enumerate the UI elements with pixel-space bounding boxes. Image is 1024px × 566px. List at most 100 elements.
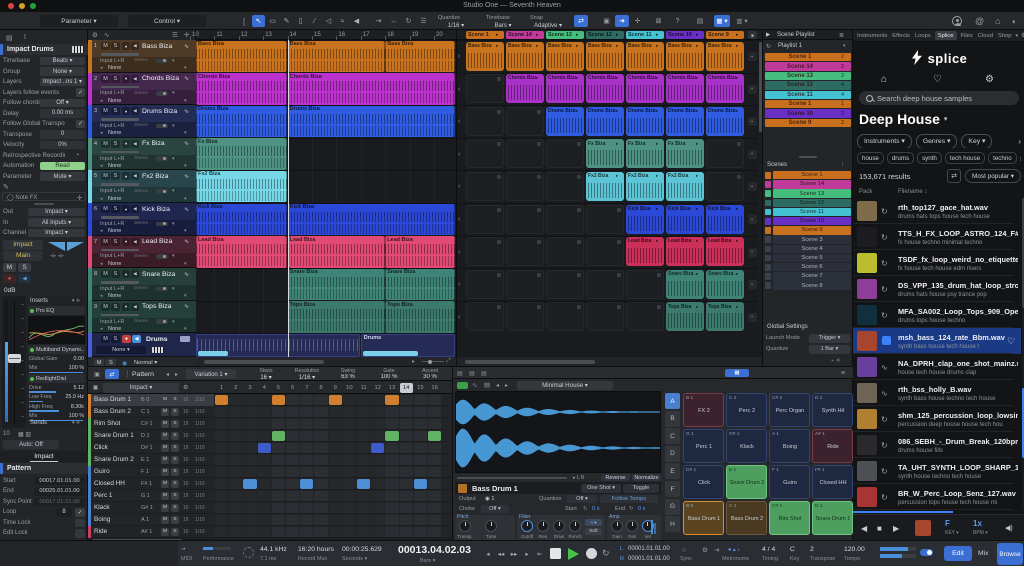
step-cell-13[interactable] xyxy=(385,479,398,490)
browser-tab-effects[interactable]: Effects xyxy=(891,31,911,40)
waveform-display[interactable] xyxy=(455,391,661,473)
step-cell-5[interactable] xyxy=(272,443,285,454)
track-row-drums-biza[interactable]: 3MS●◀Drums Biza∿Input L+RStereo▾◂None▾ xyxy=(88,105,196,138)
traffic-zoom-button[interactable] xyxy=(30,3,36,9)
clip-drums-biza[interactable]: Drums Biza xyxy=(288,106,456,138)
track-record-button[interactable]: ● xyxy=(122,303,130,311)
playlist-item-1[interactable]: Scene 142 xyxy=(765,62,851,70)
step-cell-10[interactable] xyxy=(343,503,356,514)
step-cell-3[interactable] xyxy=(243,491,256,502)
browse-view-button[interactable]: Browse xyxy=(997,543,1023,565)
step-cell-8[interactable] xyxy=(314,527,327,538)
step-cell-7[interactable] xyxy=(300,431,313,442)
step-cell-2[interactable] xyxy=(229,419,242,430)
sample-row-3[interactable]: ↻DS_VPP_135_drum_hat_loop_stronger.wdrum… xyxy=(853,276,1021,302)
step-cell-11[interactable] xyxy=(357,443,370,454)
step-cell-2[interactable] xyxy=(229,395,242,406)
toggle-button[interactable]: Toggle xyxy=(623,484,659,493)
sample-row-7[interactable]: ∿rth_bss_holly_B.wavsynth bass house tec… xyxy=(853,380,1021,406)
scenes-list-item-scene-9[interactable]: Scene 9 xyxy=(773,226,851,234)
pattern-row-head[interactable]: KlackG# 1MS161/16 xyxy=(88,502,214,514)
pad-perc-organ[interactable]: C# 2Perc Organ xyxy=(769,393,810,427)
playlist-cycle-icon[interactable]: ↻ xyxy=(766,42,776,50)
scene-empty-cell-snare-biza[interactable] xyxy=(466,270,504,299)
step-cell-8[interactable] xyxy=(314,491,327,502)
track-mute-button[interactable]: M xyxy=(101,335,110,343)
step-number-9[interactable]: 9 xyxy=(329,383,342,393)
knob-pan[interactable] xyxy=(626,520,638,532)
step-cell-2[interactable] xyxy=(229,467,242,478)
track-record-button[interactable]: ● xyxy=(122,335,131,343)
pattern-row-mute[interactable]: M xyxy=(161,432,169,440)
follow-tempo-button[interactable]: Follow Tempo xyxy=(600,495,658,503)
pattern-row-head[interactable]: Closed HHF# 1MS161/16 xyxy=(88,478,214,490)
step-cell-3[interactable] xyxy=(243,419,256,430)
clip-stop-button[interactable]: ▪ xyxy=(748,248,757,257)
inspector-layers-dropdown[interactable]: Impact ..ns 1 ▾ xyxy=(40,78,85,87)
step-cell-active-5[interactable] xyxy=(272,395,285,406)
track-mute-button[interactable]: M xyxy=(101,75,110,83)
track-row-tops-biza[interactable]: 9MS●◀Tops Biza∿Input L+RStereo▾◂None▾ xyxy=(88,301,196,334)
step-cell-5[interactable] xyxy=(272,467,285,478)
step-cell-9[interactable] xyxy=(329,491,342,502)
step-cell-4[interactable] xyxy=(258,467,271,478)
instrument-dropdown[interactable]: None ▾ xyxy=(96,346,146,354)
step-cell-4[interactable] xyxy=(258,479,271,490)
playlist-item-2[interactable]: Scene 132 xyxy=(765,72,851,80)
track-mute-button[interactable]: M xyxy=(101,205,110,213)
channel-solo-button[interactable]: S xyxy=(18,263,31,272)
scenes-list-item-scene-5[interactable]: Scene 5 xyxy=(773,254,851,262)
impact-quantize-dropdown[interactable]: Off ▾ xyxy=(567,495,597,503)
track-solo-button[interactable]: S xyxy=(111,75,120,83)
scenes-collapse-icon[interactable]: ↑ xyxy=(841,161,849,169)
step-cell-12[interactable] xyxy=(371,395,384,406)
pattern-time-lock-checkbox[interactable] xyxy=(75,519,85,528)
knob-gain[interactable] xyxy=(611,520,623,532)
step-cell-12[interactable] xyxy=(371,479,384,490)
edit-view-button[interactable]: Edit xyxy=(944,546,972,561)
track-input-toggle[interactable] xyxy=(156,189,168,194)
scene-row-launch-arrow[interactable]: ‹ xyxy=(458,215,465,224)
scene-clip-bass-biza[interactable]: Bass Biza▸ xyxy=(506,42,544,71)
tool-bend-icon[interactable]: ≈ xyxy=(336,15,349,27)
inspector-timebase-dropdown[interactable]: Beats ▾ xyxy=(40,57,85,66)
step-cell-9[interactable] xyxy=(329,455,342,466)
step-cell-11[interactable] xyxy=(357,491,370,502)
step-cell-8[interactable] xyxy=(314,479,327,490)
scene-header-scene-10[interactable]: Scene 10▸ xyxy=(666,31,704,39)
step-cell-7[interactable] xyxy=(300,527,313,538)
track-mute-button[interactable]: M xyxy=(101,107,110,115)
loop-icon[interactable]: ↻ xyxy=(881,439,893,451)
step-cell-13[interactable] xyxy=(385,515,398,526)
clip-drums-biza[interactable]: Drums Biza xyxy=(196,106,287,138)
scene-clip-chords-biza[interactable]: Chords Biza▸ xyxy=(626,74,664,103)
pad-bank-a[interactable]: A xyxy=(665,393,680,409)
track-row-bass-biza[interactable]: 1MS●◀Bass Biza∿Input L+RStereo▾◂None▾ xyxy=(88,40,196,73)
step-cell-1[interactable] xyxy=(215,407,228,418)
pattern-row-solo[interactable]: S xyxy=(171,408,179,416)
output-value[interactable]: ◉ 1 xyxy=(485,495,501,503)
clip-stop-button[interactable]: ▪ xyxy=(748,52,757,61)
track-solo-button[interactable]: S xyxy=(111,107,120,115)
insert-slot-redlightdist[interactable]: RedlightDist xyxy=(28,374,85,383)
sample-row-0[interactable]: ↻rth_top127_gace_hat.wavdrums hats tops … xyxy=(853,198,1021,224)
channel-out-dropdown[interactable]: Impact ▾ xyxy=(28,208,85,217)
scene-empty-cell-fx2-biza[interactable] xyxy=(706,172,744,201)
step-cell-6[interactable] xyxy=(286,503,299,514)
insert-param-slider[interactable] xyxy=(29,410,59,412)
track-solo-button[interactable]: S xyxy=(111,270,120,278)
step-cell-active-7[interactable] xyxy=(300,479,313,490)
user-icon[interactable] xyxy=(952,16,962,26)
stop-button[interactable] xyxy=(550,548,561,559)
pattern-row-mute[interactable]: M xyxy=(161,528,169,536)
step-cell-6[interactable] xyxy=(286,467,299,478)
pad-click[interactable]: D# 1Click xyxy=(683,465,724,499)
step-cell-6[interactable] xyxy=(286,491,299,502)
loop-icon[interactable]: ↻ xyxy=(881,413,893,425)
macro-icon[interactable]: ⊠ xyxy=(652,15,665,27)
pattern-row-mute[interactable]: M xyxy=(161,480,169,488)
tool-range-icon[interactable]: ▭ xyxy=(266,15,279,27)
step-cell-3[interactable] xyxy=(243,443,256,454)
traffic-minimize-button[interactable] xyxy=(19,3,25,9)
inspector-follow-chords-dropdown[interactable]: Off ▾ xyxy=(40,99,85,108)
